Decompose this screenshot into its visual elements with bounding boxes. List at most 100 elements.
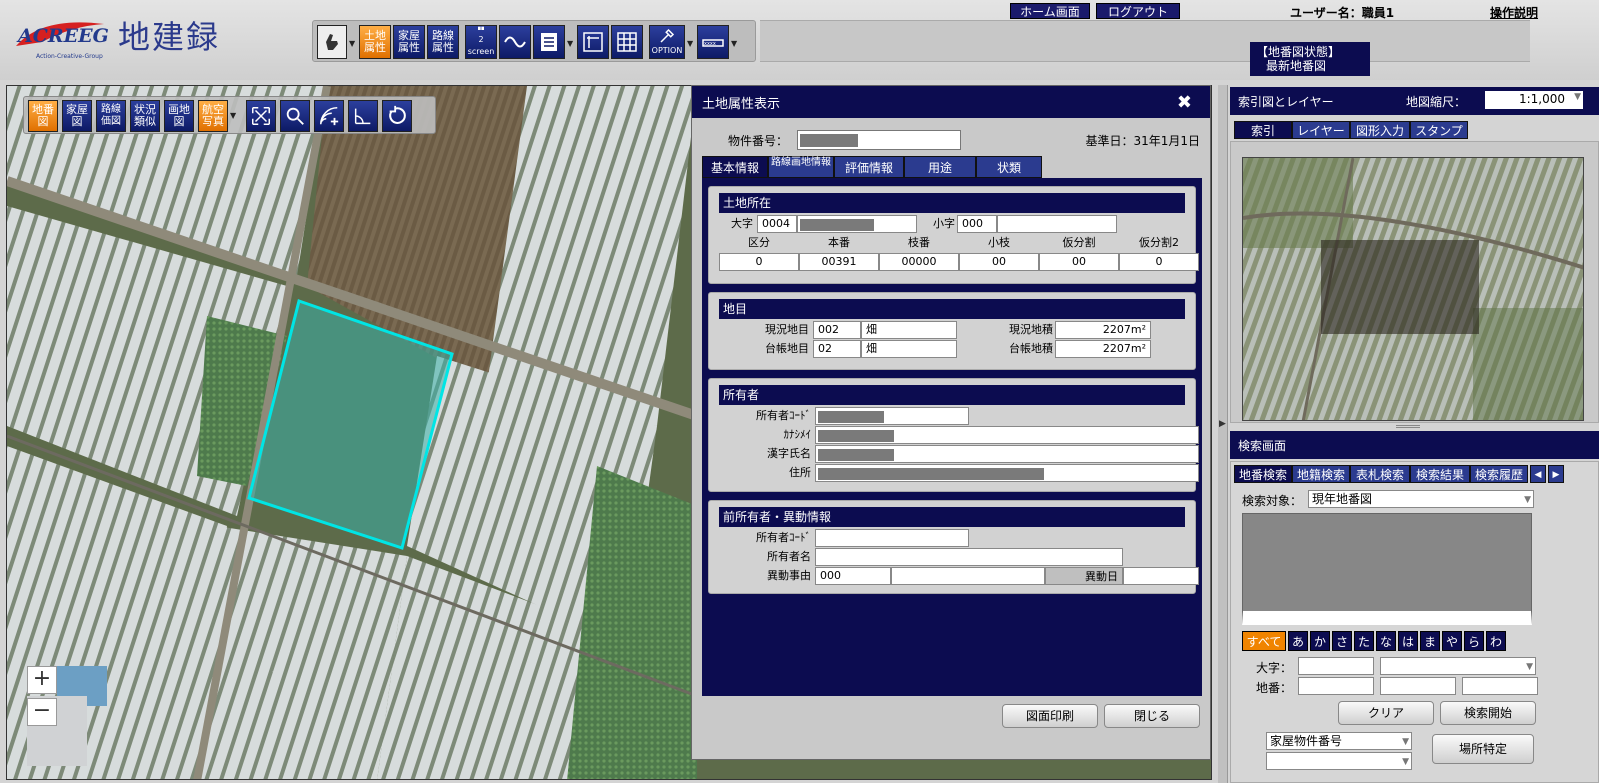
tab-search-history[interactable]: 検索履歴: [1470, 465, 1528, 483]
current-area-field[interactable]: 2207m²: [1055, 321, 1151, 339]
logout-button[interactable]: ログアウト: [1096, 3, 1180, 19]
close-button[interactable]: 閉じる: [1104, 704, 1200, 728]
tab-layers[interactable]: レイヤー: [1292, 121, 1350, 139]
koaza-name-field[interactable]: [997, 215, 1117, 233]
category-field[interactable]: 0: [719, 253, 799, 271]
route-attribute-button[interactable]: 路線属性: [427, 25, 459, 59]
aerial-photo-button[interactable]: 航空写真: [198, 100, 228, 132]
prev-owner-name-field[interactable]: [815, 548, 1123, 566]
kana-ya-button[interactable]: や: [1442, 631, 1462, 651]
owner-kana-field[interactable]: [815, 426, 1199, 444]
change-reason-name[interactable]: [891, 567, 1045, 585]
search-target-select[interactable]: 現年地番図 ▼: [1308, 490, 1534, 508]
change-date-field[interactable]: [1123, 567, 1199, 585]
property-number-field[interactable]: [797, 130, 961, 150]
option-button[interactable]: OPTION: [649, 25, 685, 59]
parcel-map-button[interactable]: 画地図: [164, 100, 194, 132]
ledger-category-name[interactable]: 畑: [861, 340, 957, 358]
refresh-button[interactable]: [382, 100, 412, 132]
tab-cadastral-search[interactable]: 地籍検索: [1292, 465, 1350, 483]
index-map[interactable]: [1242, 157, 1584, 421]
chiban-map-button[interactable]: 地番図: [28, 100, 58, 132]
curve-tool-button[interactable]: [499, 25, 531, 59]
measure-tool-button[interactable]: [577, 25, 609, 59]
land-attribute-button[interactable]: 土地属性: [359, 25, 391, 59]
kana-ha-button[interactable]: は: [1398, 631, 1418, 651]
measure-arc-button[interactable]: [348, 100, 378, 132]
chevron-down-icon[interactable]: ▼: [731, 39, 737, 48]
tab-nameplate-search[interactable]: 表札検索: [1350, 465, 1410, 483]
chiban-branch-field[interactable]: [1380, 677, 1456, 695]
kana-wa-button[interactable]: わ: [1486, 631, 1506, 651]
add-point-button[interactable]: [314, 100, 344, 132]
sub-branch-field[interactable]: 00: [959, 253, 1039, 271]
location-value-select[interactable]: ▼: [1266, 752, 1412, 770]
kana-na-button[interactable]: な: [1376, 631, 1396, 651]
oaza-search-code[interactable]: [1298, 657, 1374, 675]
chevron-down-icon[interactable]: ▼: [687, 39, 693, 48]
route-price-map-button[interactable]: 路線価図: [96, 100, 126, 132]
tab-usage[interactable]: 用途: [904, 156, 976, 178]
locate-button[interactable]: 場所特定: [1432, 734, 1534, 764]
resize-grip[interactable]: [1396, 425, 1420, 428]
tab-search-results[interactable]: 検索結果: [1410, 465, 1470, 483]
provisional-split-field[interactable]: 00: [1039, 253, 1119, 271]
two-screen-button[interactable]: 2 screen: [465, 25, 497, 59]
location-type-select[interactable]: 家屋物件番号 ▼: [1266, 732, 1412, 750]
search-start-button[interactable]: 検索開始: [1440, 701, 1536, 725]
current-category-code[interactable]: 002: [813, 321, 861, 339]
koaza-code-field[interactable]: 000: [957, 215, 997, 233]
oaza-name-field[interactable]: [797, 215, 917, 233]
tab-basic-info[interactable]: 基本情報: [702, 156, 768, 178]
kana-sa-button[interactable]: さ: [1332, 631, 1352, 651]
provisional-split2-field[interactable]: 0: [1119, 253, 1199, 271]
oaza-code-field[interactable]: 0004: [757, 215, 797, 233]
full-extent-button[interactable]: [246, 100, 276, 132]
zoom-in-button[interactable]: +: [27, 666, 57, 694]
tab-stamp[interactable]: スタンプ: [1410, 121, 1468, 139]
ledger-category-code[interactable]: 02: [813, 340, 861, 358]
main-number-field[interactable]: 00391: [799, 253, 879, 271]
kana-ra-button[interactable]: ら: [1464, 631, 1484, 651]
document-tool-button[interactable]: [533, 25, 565, 59]
scale-bar-button[interactable]: xxxx: [697, 25, 729, 59]
change-reason-code[interactable]: 000: [815, 567, 891, 585]
chevron-right-icon[interactable]: ▶: [1548, 465, 1564, 483]
owner-code-field[interactable]: [815, 407, 969, 425]
kana-ka-button[interactable]: か: [1310, 631, 1330, 651]
clear-button[interactable]: クリア: [1338, 701, 1434, 725]
tab-route-parcel-info[interactable]: 路線画地情報: [768, 156, 834, 178]
tab-shape-input[interactable]: 図形入力: [1350, 121, 1410, 139]
pointer-tool-button[interactable]: [317, 25, 347, 59]
chiban-main-field[interactable]: [1298, 677, 1374, 695]
scale-select[interactable]: 1:1,000 ▼: [1485, 91, 1583, 109]
tab-chiban-search[interactable]: 地番検索: [1234, 465, 1292, 483]
close-icon[interactable]: ✖: [1177, 92, 1192, 113]
print-map-button[interactable]: 図面印刷: [1002, 704, 1098, 728]
chevron-left-icon[interactable]: ◀: [1530, 465, 1546, 483]
kana-a-button[interactable]: あ: [1288, 631, 1308, 651]
grid-tool-button[interactable]: [611, 25, 643, 59]
chiban-sub-field[interactable]: [1462, 677, 1538, 695]
kana-ma-button[interactable]: ま: [1420, 631, 1440, 651]
search-list[interactable]: [1242, 513, 1532, 625]
chevron-down-icon[interactable]: ▼: [349, 39, 355, 48]
chevron-down-icon[interactable]: ▼: [567, 39, 573, 48]
prev-owner-code-field[interactable]: [815, 529, 969, 547]
kana-all-button[interactable]: すべて: [1242, 631, 1286, 651]
tab-evaluation-info[interactable]: 評価情報: [834, 156, 904, 178]
oaza-search-select[interactable]: ▼: [1380, 657, 1536, 675]
similar-status-button[interactable]: 状況類似: [130, 100, 160, 132]
zoom-out-button[interactable]: −: [27, 698, 57, 726]
chevron-down-icon[interactable]: ▼: [230, 111, 236, 120]
branch-number-field[interactable]: 00000: [879, 253, 959, 271]
owner-kanji-field[interactable]: [815, 445, 1199, 463]
panel-collapse-handle[interactable]: ▶: [1218, 85, 1228, 783]
house-map-button[interactable]: 家屋図: [62, 100, 92, 132]
owner-address-field[interactable]: [815, 464, 1199, 482]
house-attribute-button[interactable]: 家屋属性: [393, 25, 425, 59]
home-button[interactable]: ホーム画面: [1010, 3, 1090, 19]
ledger-area-field[interactable]: 2207m²: [1055, 340, 1151, 358]
tab-status[interactable]: 状類: [976, 156, 1042, 178]
kana-ta-button[interactable]: た: [1354, 631, 1374, 651]
